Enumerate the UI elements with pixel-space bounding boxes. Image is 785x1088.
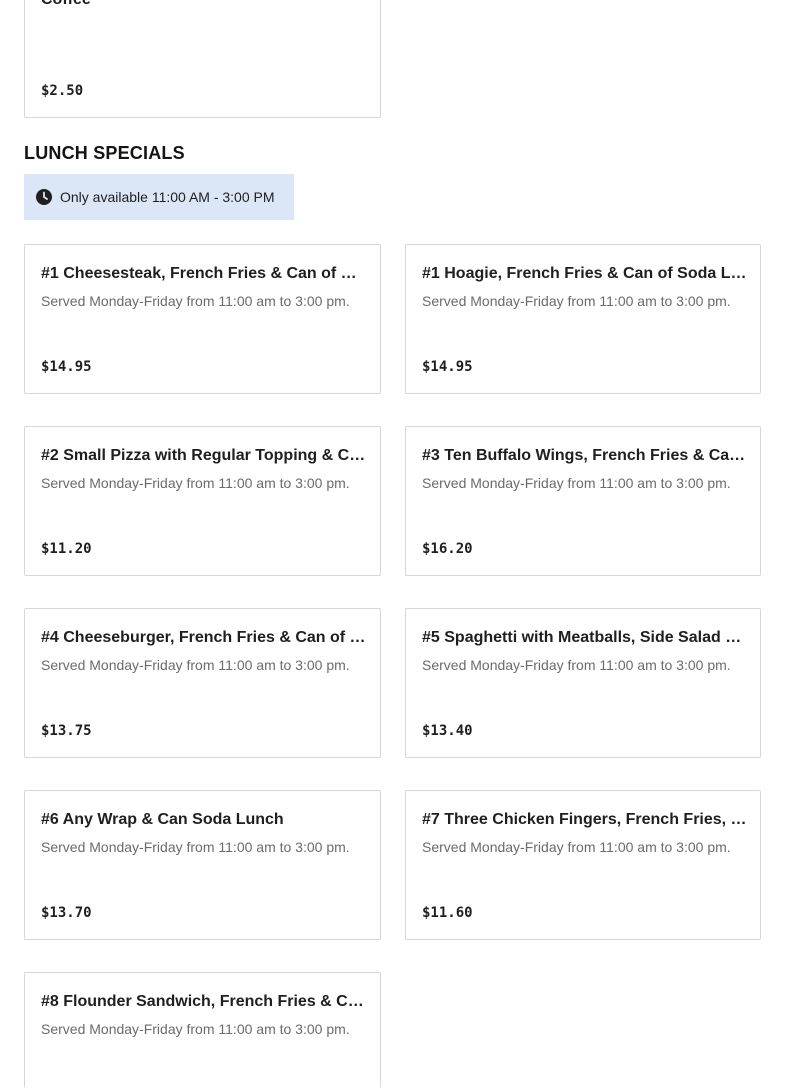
menu-item-title: #2 Small Pizza with Regular Topping & Ca… — [41, 447, 366, 464]
menu-item-card[interactable]: Coffee $2.50 — [24, 0, 381, 118]
menu-item-price: $11.20 — [41, 541, 92, 557]
menu-item-card[interactable]: #3 Ten Buffalo Wings, French Fries & Can… — [405, 426, 761, 576]
menu-item-description: Served Monday-Friday from 11:00 am to 3:… — [41, 657, 350, 673]
menu-item-price: $13.75 — [41, 723, 92, 739]
menu-item-card[interactable]: #5 Spaghetti with Meatballs, Side Salad … — [405, 608, 761, 758]
availability-badge: Only available 11:00 AM - 3:00 PM — [24, 174, 294, 220]
menu-item-card[interactable]: #1 Cheesesteak, French Fries & Can of So… — [24, 244, 381, 394]
menu-item-description: Served Monday-Friday from 11:00 am to 3:… — [422, 475, 731, 491]
menu-item-title: #5 Spaghetti with Meatballs, Side Salad … — [422, 629, 747, 646]
menu-item-price: $14.95 — [41, 359, 92, 375]
menu-item-description: Served Monday-Friday from 11:00 am to 3:… — [41, 293, 350, 309]
clock-icon — [36, 189, 52, 205]
menu-item-card[interactable]: #1 Hoagie, French Fries & Can of Soda Lu… — [405, 244, 761, 394]
menu-item-card[interactable]: #6 Any Wrap & Can Soda Lunch Served Mond… — [24, 790, 381, 940]
menu-item-description: Served Monday-Friday from 11:00 am to 3:… — [422, 839, 731, 855]
menu-item-title: #4 Cheeseburger, French Fries & Can of S… — [41, 629, 366, 646]
menu-item-title: #8 Flounder Sandwich, French Fries & Can… — [41, 993, 366, 1010]
menu-item-title: Coffee — [41, 0, 366, 10]
menu-item-price: $14.95 — [422, 359, 473, 375]
menu-item-title: #1 Hoagie, French Fries & Can of Soda Lu… — [422, 265, 747, 282]
menu-item-title: #3 Ten Buffalo Wings, French Fries & Can… — [422, 447, 747, 464]
menu-item-card[interactable]: #4 Cheeseburger, French Fries & Can of S… — [24, 608, 381, 758]
menu-item-title: #6 Any Wrap & Can Soda Lunch — [41, 811, 284, 828]
menu-item-card[interactable]: #2 Small Pizza with Regular Topping & Ca… — [24, 426, 381, 576]
menu-item-price: $13.40 — [422, 723, 473, 739]
menu-item-price: $16.20 — [422, 541, 473, 557]
menu-item-card[interactable]: #7 Three Chicken Fingers, French Fries, … — [405, 790, 761, 940]
availability-text: Only available 11:00 AM - 3:00 PM — [60, 189, 275, 205]
menu-item-description: Served Monday-Friday from 11:00 am to 3:… — [41, 475, 350, 491]
menu-item-description: Served Monday-Friday from 11:00 am to 3:… — [422, 657, 731, 673]
menu-item-description: Served Monday-Friday from 11:00 am to 3:… — [422, 293, 731, 309]
menu-item-price: $13.70 — [41, 905, 92, 921]
menu-item-card[interactable]: #8 Flounder Sandwich, French Fries & Can… — [24, 972, 381, 1088]
menu-item-description: Served Monday-Friday from 11:00 am to 3:… — [41, 1021, 350, 1037]
menu-item-title: #7 Three Chicken Fingers, French Fries, … — [422, 811, 747, 828]
menu-item-price: $2.50 — [41, 83, 84, 99]
menu-item-description: Served Monday-Friday from 11:00 am to 3:… — [41, 839, 350, 855]
section-title: LUNCH SPECIALS — [24, 143, 185, 163]
menu-item-title: #1 Cheesesteak, French Fries & Can of So… — [41, 265, 366, 282]
menu-item-price: $11.60 — [422, 905, 473, 921]
